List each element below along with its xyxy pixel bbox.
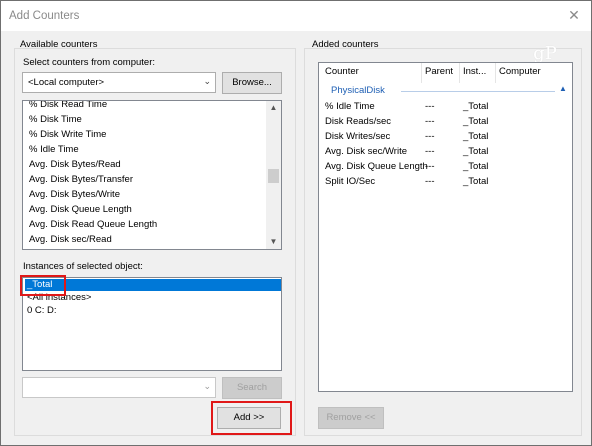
added-row-instance: _Total bbox=[463, 101, 489, 112]
column-separator bbox=[495, 63, 496, 83]
added-row-instance: _Total bbox=[463, 161, 489, 172]
title-bar: Add Counters ✕ bbox=[1, 1, 591, 31]
counter-item[interactable]: % Disk Time bbox=[29, 114, 82, 125]
column-separator bbox=[459, 63, 460, 83]
added-row-instance: _Total bbox=[463, 131, 489, 142]
added-counters-table[interactable]: Counter Parent Inst... Computer Physical… bbox=[318, 62, 573, 392]
added-row-parent: --- bbox=[425, 161, 435, 172]
instance-item[interactable]: 0 C: D: bbox=[27, 305, 57, 316]
column-header-parent[interactable]: Parent bbox=[425, 66, 453, 77]
added-row-parent: --- bbox=[425, 101, 435, 112]
added-row-instance: _Total bbox=[463, 146, 489, 157]
chevron-down-icon: ⌄ bbox=[203, 76, 211, 86]
added-row-counter[interactable]: Disk Reads/sec bbox=[325, 116, 391, 127]
computer-select[interactable]: <Local computer> ⌄ bbox=[22, 72, 216, 93]
search-button[interactable]: Search bbox=[222, 377, 282, 399]
counter-item[interactable]: % Idle Time bbox=[29, 144, 79, 155]
browse-button[interactable]: Browse... bbox=[222, 72, 282, 94]
counter-item[interactable]: Avg. Disk Queue Length bbox=[29, 204, 132, 215]
counters-list[interactable]: % Disk Read Time % Disk Time % Disk Writ… bbox=[22, 100, 282, 250]
added-row-counter[interactable]: Split IO/Sec bbox=[325, 176, 375, 187]
added-row-counter[interactable]: % Idle Time bbox=[325, 101, 375, 112]
counter-item[interactable]: % Disk Read Time bbox=[29, 101, 107, 110]
computer-select-value: <Local computer> bbox=[28, 77, 105, 88]
counter-item[interactable]: Avg. Disk Bytes/Write bbox=[29, 189, 120, 200]
scroll-up-icon[interactable]: ▲ bbox=[266, 101, 281, 115]
add-counters-dialog: Add Counters ✕ Available counters Select… bbox=[0, 0, 592, 446]
counter-item[interactable]: Avg. Disk Bytes/Read bbox=[29, 159, 121, 170]
column-header-counter[interactable]: Counter bbox=[325, 66, 359, 77]
added-row-parent: --- bbox=[425, 176, 435, 187]
counter-item[interactable]: Avg. Disk Read Queue Length bbox=[29, 219, 157, 230]
highlight-box bbox=[20, 275, 66, 296]
column-header-instance[interactable]: Inst... bbox=[463, 66, 486, 77]
highlight-box bbox=[211, 401, 292, 435]
counter-item[interactable]: % Disk Write Time bbox=[29, 129, 106, 140]
close-icon[interactable]: ✕ bbox=[565, 6, 583, 24]
added-row-instance: _Total bbox=[463, 176, 489, 187]
group-divider bbox=[401, 91, 555, 92]
chevron-down-icon: ⌄ bbox=[203, 381, 211, 391]
group-name-physicaldisk: PhysicalDisk bbox=[331, 85, 385, 96]
added-row-instance: _Total bbox=[463, 116, 489, 127]
scroll-thumb[interactable] bbox=[268, 169, 279, 183]
column-separator bbox=[421, 63, 422, 83]
remove-button[interactable]: Remove << bbox=[318, 407, 384, 429]
added-row-parent: --- bbox=[425, 131, 435, 142]
search-input[interactable]: ⌄ bbox=[22, 377, 216, 398]
added-row-parent: --- bbox=[425, 116, 435, 127]
scroll-down-icon[interactable]: ▼ bbox=[266, 235, 281, 249]
chevron-up-icon[interactable]: ▲ bbox=[559, 84, 567, 93]
added-row-counter[interactable]: Disk Writes/sec bbox=[325, 131, 390, 142]
counters-scrollbar[interactable]: ▲ ▼ bbox=[266, 101, 281, 249]
dialog-title: Add Counters bbox=[9, 10, 80, 22]
counter-item[interactable]: Avg. Disk sec/Read bbox=[29, 234, 112, 245]
counter-item[interactable]: Avg. Disk Bytes/Transfer bbox=[29, 174, 133, 185]
computer-label: Select counters from computer: bbox=[23, 57, 155, 68]
column-header-computer[interactable]: Computer bbox=[499, 66, 541, 77]
added-row-parent: --- bbox=[425, 146, 435, 157]
added-row-counter[interactable]: Avg. Disk sec/Write bbox=[325, 146, 407, 157]
added-row-counter[interactable]: Avg. Disk Queue Length bbox=[325, 161, 428, 172]
instances-label: Instances of selected object: bbox=[23, 261, 143, 272]
